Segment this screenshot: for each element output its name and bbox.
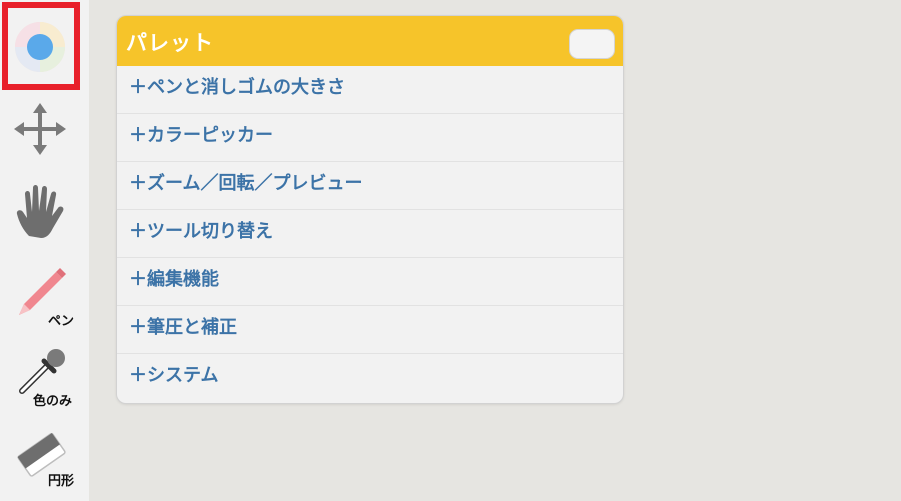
- move-tool[interactable]: [0, 100, 89, 158]
- palette-title: パレット: [126, 31, 214, 55]
- section-system[interactable]: ＋システム: [117, 354, 623, 402]
- left-toolbar: ペン 色のみ 円形: [0, 0, 89, 501]
- eraser-tool[interactable]: 円形: [0, 425, 89, 495]
- eyedropper-tool[interactable]: 色のみ: [0, 345, 89, 415]
- hand-icon: [16, 185, 64, 238]
- section-zoom-rotate-preview[interactable]: ＋ズーム／回転／プレビュー: [117, 162, 623, 210]
- palette-collapse-button[interactable]: [569, 29, 615, 59]
- color-picker-tool[interactable]: [0, 10, 89, 86]
- palette-section-list: ＋ペンと消しゴムの大きさ ＋カラーピッカー ＋ズーム／回転／プレビュー ＋ツール…: [117, 66, 623, 402]
- section-edit-functions[interactable]: ＋編集機能: [117, 258, 623, 306]
- color-wheel-icon: [15, 22, 65, 72]
- section-pressure-correction[interactable]: ＋筆圧と補正: [117, 306, 623, 354]
- palette-header: パレット: [117, 16, 623, 66]
- eraser-tool-label: 円形: [48, 474, 75, 489]
- section-brush-size[interactable]: ＋ペンと消しゴムの大きさ: [117, 66, 623, 114]
- pen-tool-label: ペン: [48, 314, 75, 329]
- eyedropper-tool-label: 色のみ: [33, 394, 73, 409]
- palette-panel: パレット ＋ペンと消しゴムの大きさ ＋カラーピッカー ＋ズーム／回転／プレビュー…: [117, 16, 623, 403]
- hand-tool[interactable]: [0, 180, 89, 242]
- section-tool-switch[interactable]: ＋ツール切り替え: [117, 210, 623, 258]
- section-color-picker[interactable]: ＋カラーピッカー: [117, 114, 623, 162]
- move-arrows-icon: [14, 103, 66, 155]
- pen-tool[interactable]: ペン: [0, 262, 89, 332]
